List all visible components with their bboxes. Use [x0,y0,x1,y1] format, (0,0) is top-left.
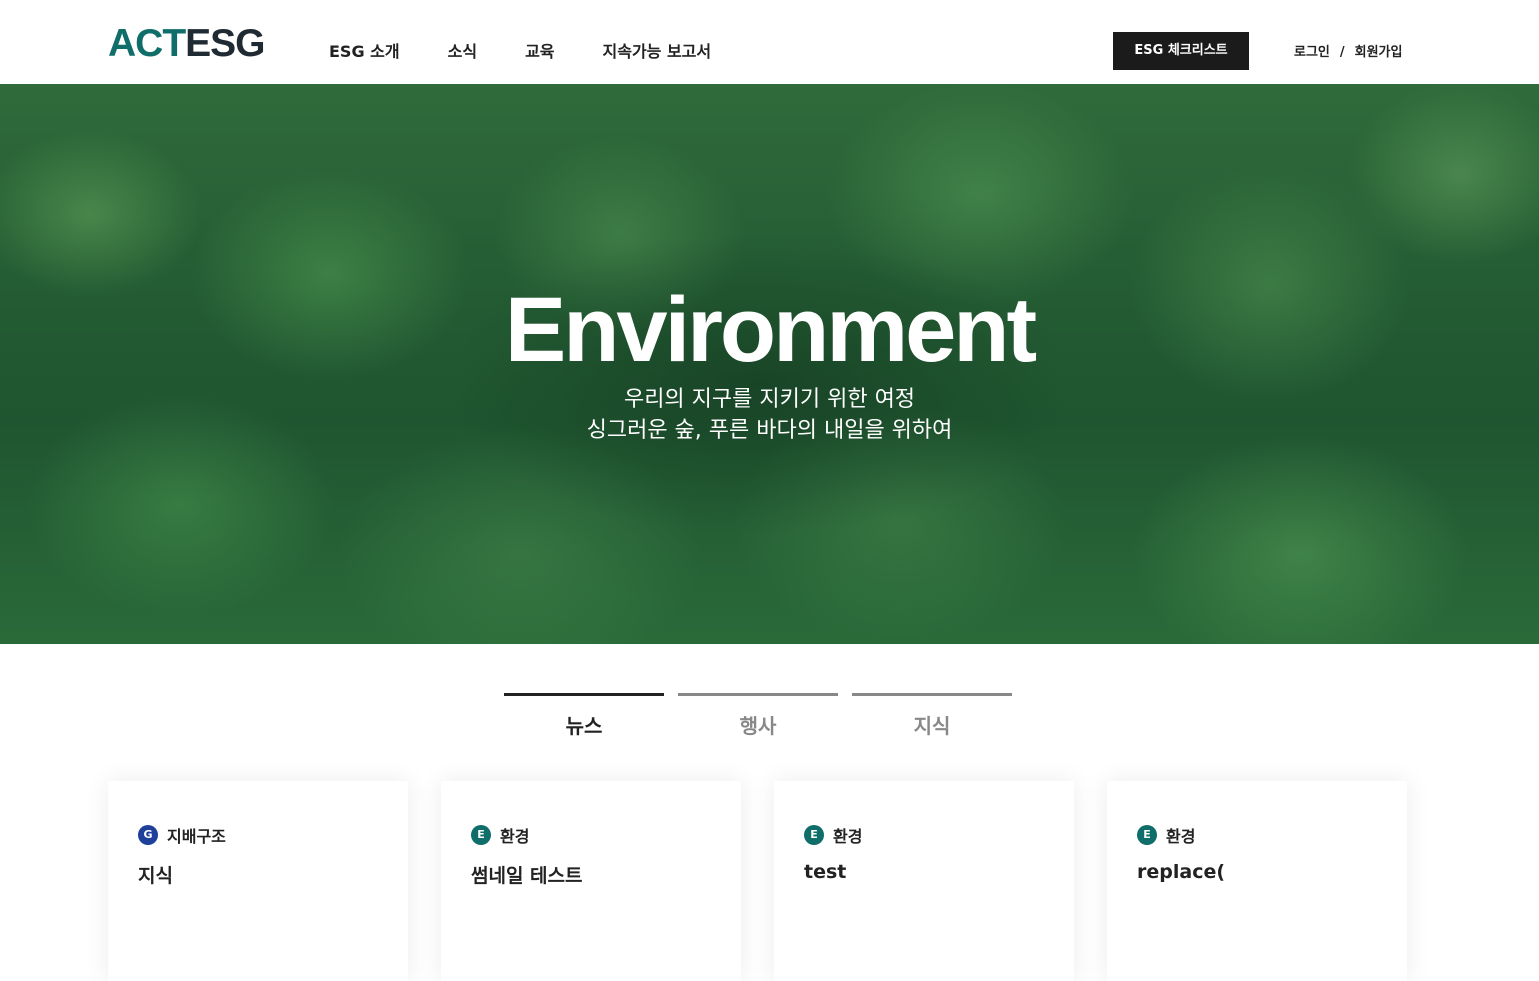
auth-separator: / [1339,45,1345,60]
tab-knowledge[interactable]: 지식 [852,693,1012,739]
nav-item-education[interactable]: 교육 [525,40,554,64]
card-category: E 환경 [1137,823,1377,847]
nav-item-sustainability-report[interactable]: 지속가능 보고서 [603,40,712,64]
category-label: 지배구조 [167,827,226,846]
card-category: E 환경 [471,823,711,847]
nav-item-news[interactable]: 소식 [448,40,477,64]
category-label: 환경 [833,827,863,846]
tab-news[interactable]: 뉴스 [504,693,664,739]
logo-act: ACT [108,22,186,65]
tab-events[interactable]: 행사 [678,693,838,739]
nav-item-esg-intro[interactable]: ESG 소개 [329,40,400,64]
hero-title: Environment [504,279,1037,381]
category-label: 환경 [500,827,530,846]
card-title: 썸네일 테스트 [471,865,583,887]
site-header: ACTESG ESG 소개 소식 교육 지속가능 보고서 ESG 체크리스트 로… [0,0,1539,84]
card-category: G 지배구조 [138,823,378,847]
card-title: 지식 [138,865,173,887]
card-title: replace( [1137,861,1226,883]
card-title: test [804,861,847,883]
category-label: 환경 [1166,827,1196,846]
card-list: G 지배구조 지식 E 환경 썸네일 테스트 E 환경 test E 환경 re… [108,781,1407,981]
card-item[interactable]: G 지배구조 지식 [108,781,408,981]
signup-link[interactable]: 회원가입 [1355,43,1403,63]
auth-links: 로그인 / 회원가입 [1294,43,1402,63]
category-badge-icon: E [471,825,491,845]
main-nav: ESG 소개 소식 교육 지속가능 보고서 [329,40,759,64]
hero-subtitle-line-1: 우리의 지구를 지키기 위한 여정 [623,387,916,412]
card-category: E 환경 [804,823,1044,847]
category-badge-icon: E [1137,825,1157,845]
card-item[interactable]: E 환경 썸네일 테스트 [441,781,741,981]
hero-subtitle-line-2: 싱그러운 숲, 푸른 바다의 내일을 위하여 [586,418,953,443]
site-logo[interactable]: ACTESG [108,22,266,65]
category-badge-icon: G [138,825,158,845]
hero-subtitle: 우리의 지구를 지키기 위한 여정 싱그러운 숲, 푸른 바다의 내일을 위하여 [0,384,1539,446]
card-item[interactable]: E 환경 test [774,781,1074,981]
esg-checklist-button[interactable]: ESG 체크리스트 [1113,32,1249,70]
hero-banner: Environment 우리의 지구를 지키기 위한 여정 싱그러운 숲, 푸른… [0,84,1539,644]
content-tabs: 뉴스 행사 지식 [504,693,1012,739]
card-item[interactable]: E 환경 replace( [1107,781,1407,981]
login-link[interactable]: 로그인 [1294,43,1330,63]
category-badge-icon: E [804,825,824,845]
logo-esg: ESG [185,22,265,65]
